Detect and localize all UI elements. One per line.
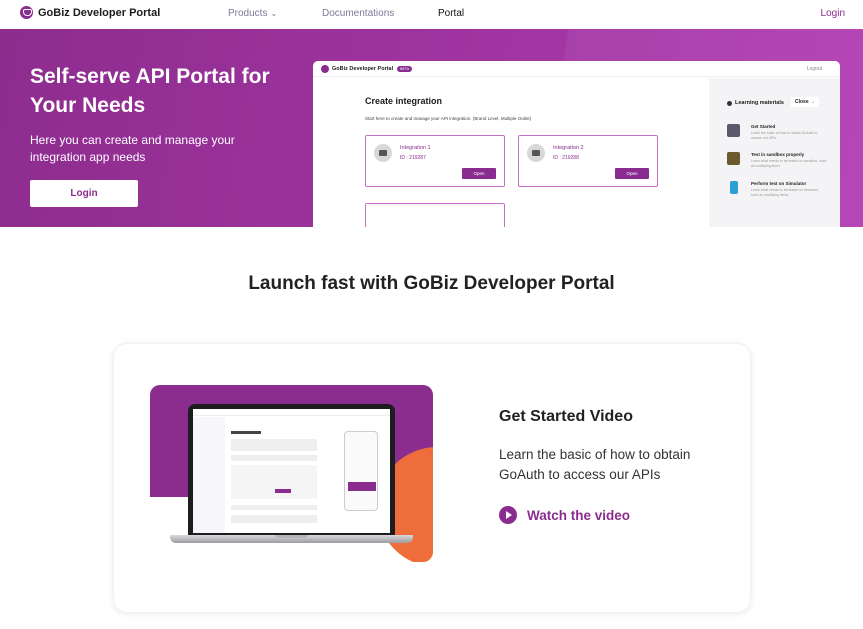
brand-name: GoBiz Developer Portal bbox=[38, 6, 161, 19]
laptop-icon bbox=[188, 404, 395, 535]
phone-icon bbox=[730, 181, 738, 194]
feature-description: Learn the basic of how to obtain GoAuth … bbox=[499, 447, 691, 482]
preview-title: Create integration bbox=[365, 96, 443, 106]
integration-open-button: Open bbox=[615, 168, 649, 179]
top-navigation: GoBiz Developer Portal Products ⌄ Documen… bbox=[0, 0, 863, 29]
image-placeholder-icon bbox=[527, 144, 545, 162]
integration-id: ID : 219287 bbox=[400, 155, 426, 161]
preview-main: Create integration Start here to create … bbox=[313, 78, 709, 227]
preview-logout: Logout bbox=[806, 66, 822, 72]
brand[interactable]: GoBiz Developer Portal bbox=[20, 6, 160, 19]
play-icon bbox=[727, 152, 740, 165]
nav-products-label: Products bbox=[228, 8, 268, 19]
integration-id: ID : 219288 bbox=[553, 155, 579, 161]
video-icon bbox=[727, 124, 740, 137]
laptop-display bbox=[193, 409, 390, 533]
learning-item-desc: Learn what needs to be tested on sandbox… bbox=[751, 159, 827, 168]
hero-title: Self-serve API Portal for Your Needs bbox=[30, 65, 270, 117]
learning-item-title: Test in sandbox properly bbox=[751, 152, 805, 157]
info-icon bbox=[727, 100, 732, 106]
learning-heading: Learning materials bbox=[727, 100, 784, 106]
video-thumbnail[interactable] bbox=[150, 385, 433, 562]
learning-heading-label: Learning materials bbox=[735, 100, 784, 106]
learning-item-title: Get Started bbox=[751, 124, 776, 129]
learning-close: Close → bbox=[791, 97, 820, 107]
integration-name: Integration 2 bbox=[553, 145, 584, 151]
nav-products[interactable]: Products ⌄ bbox=[228, 8, 277, 19]
hero-banner: Self-serve API Portal for Your Needs Her… bbox=[0, 29, 863, 227]
hero-subtitle: Here you can create and manage your inte… bbox=[30, 133, 235, 164]
nav-documentations[interactable]: Documentations bbox=[322, 8, 394, 19]
integration-card: Integration 1 ID : 219287 Open bbox=[365, 135, 505, 187]
laptop-notch bbox=[275, 535, 308, 538]
preview-header: GoBiz Developer Portal BETA Logout bbox=[313, 61, 840, 77]
watch-video-link[interactable]: Watch the video bbox=[499, 506, 630, 524]
page: GoBiz Developer Portal Products ⌄ Documen… bbox=[0, 0, 863, 629]
nav-login[interactable]: Login bbox=[821, 8, 845, 19]
learning-item-title: Perform test on Simulator bbox=[751, 181, 807, 186]
hero-login-button[interactable]: Login bbox=[30, 180, 138, 207]
integration-name: Integration 1 bbox=[400, 145, 431, 151]
preview-beta-badge: BETA bbox=[397, 65, 413, 72]
chevron-down-icon: ⌄ bbox=[270, 9, 278, 18]
section-title: Launch fast with GoBiz Developer Portal bbox=[248, 273, 615, 294]
watch-video-label: Watch the video bbox=[527, 507, 631, 523]
gobiz-logo-icon bbox=[20, 6, 33, 19]
portal-preview: GoBiz Developer Portal BETA Logout Creat… bbox=[313, 61, 840, 227]
preview-subtitle: Start here to create and manage your API… bbox=[365, 116, 532, 121]
learning-item-desc: Learn what needs to be tested on simulat… bbox=[751, 188, 819, 197]
feature-title: Get Started Video bbox=[499, 408, 633, 425]
nav-portal[interactable]: Portal bbox=[438, 8, 464, 19]
play-icon bbox=[499, 506, 517, 524]
preview-learning-panel: Learning materials Close → Get Started L… bbox=[709, 78, 840, 227]
integration-card-partial bbox=[365, 203, 505, 227]
preview-brand: GoBiz Developer Portal bbox=[332, 65, 394, 72]
integration-open-button: Open bbox=[462, 168, 496, 179]
image-placeholder-icon bbox=[374, 144, 392, 162]
learning-item-desc: Learn the basic of how to obtain GoAuth … bbox=[751, 131, 818, 140]
integration-card: Integration 2 ID : 219288 Open bbox=[518, 135, 658, 187]
preview-logo-icon bbox=[321, 64, 329, 73]
